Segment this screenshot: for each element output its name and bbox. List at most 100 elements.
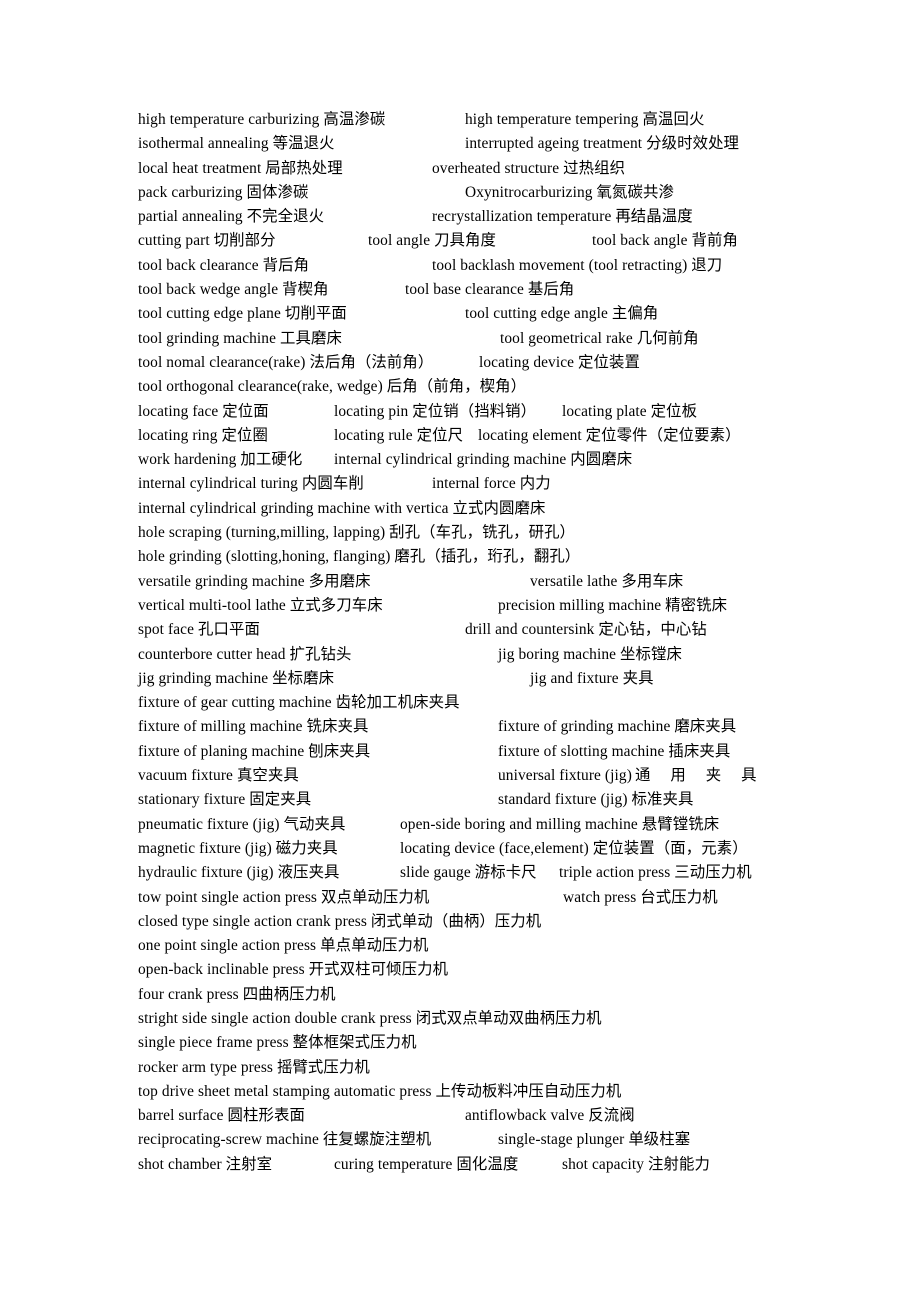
glossary-line: single piece frame press 整体框架式压力机 (138, 1031, 784, 1055)
glossary-term: interrupted ageing treatment 分级时效处理 (465, 135, 740, 153)
glossary-line: isothermal annealing 等温退火 interrupted age… (138, 132, 784, 156)
glossary-term: magnetic fixture (jig) 磁力夹具 (138, 839, 338, 857)
glossary-term: locating rule 定位尺 (334, 426, 464, 444)
glossary-line: fixture of planing machine 刨床夹具 fixture o… (138, 740, 784, 764)
glossary-line: vacuum fixture 真空夹具 universal fixture (ji… (138, 764, 784, 788)
glossary-term: cutting part 切削部分 (138, 232, 276, 250)
glossary-term: tool backlash movement (tool retracting)… (432, 256, 723, 274)
glossary-term: work hardening 加工硬化 (138, 451, 303, 469)
glossary-line: one point single action press 单点单动压力机 (138, 934, 784, 958)
glossary-line: top drive sheet metal stamping automatic… (138, 1080, 784, 1104)
glossary-line: reciprocating-screw machine 往复螺旋注塑机 singl… (138, 1128, 784, 1152)
glossary-line: barrel surface 圆柱形表面 antiflowback valve 反… (138, 1104, 784, 1128)
glossary-line: tool nomal clearance(rake) 法后角（法前角） locat… (138, 351, 784, 375)
glossary-term: internal force 内力 (432, 475, 551, 493)
glossary-term: partial annealing 不完全退火 (138, 208, 325, 226)
glossary-term: locating device (face,element) 定位装置（面，元素… (400, 839, 748, 857)
glossary-term: slide gauge 游标卡尺 (400, 864, 537, 882)
glossary-term: open-back inclinable press 开式双柱可倾压力机 (138, 961, 449, 979)
glossary-term: stationary fixture 固定夹具 (138, 791, 312, 809)
glossary-line: hydraulic fixture (jig) 液压夹具 slide gauge … (138, 861, 784, 885)
glossary-term: overheated structure 过热组织 (432, 159, 626, 177)
glossary-term: spot face 孔口平面 (138, 621, 260, 639)
glossary-line: pneumatic fixture (jig) 气动夹具 open-side bo… (138, 813, 784, 837)
glossary-term: tool base clearance 基后角 (405, 281, 575, 299)
glossary-term: locating plate 定位板 (562, 402, 698, 420)
glossary-term: high temperature carburizing 高温渗碳 (138, 111, 386, 128)
document-page: high temperature carburizing 高温渗碳 high te… (0, 0, 920, 1302)
glossary-term: locating pin 定位销（挡料销） (334, 402, 537, 420)
glossary-line: high temperature carburizing 高温渗碳 high te… (138, 108, 784, 132)
glossary-line: rocker arm type press 摇臂式压力机 (138, 1056, 784, 1080)
glossary-text-body: high temperature carburizing 高温渗碳 high te… (138, 108, 784, 1177)
glossary-line: tool back wedge angle 背楔角 tool base clear… (138, 278, 784, 302)
glossary-term: counterbore cutter head 扩孔钻头 (138, 645, 352, 663)
glossary-term: fixture of slotting machine 插床夹具 (498, 742, 731, 760)
glossary-term: tool grinding machine 工具磨床 (138, 329, 342, 347)
glossary-term: locating ring 定位圈 (138, 426, 268, 444)
glossary-term: pack carburizing 固体渗碳 (138, 183, 309, 201)
glossary-term: fixture of gear cutting machine 齿轮加工机床夹具 (138, 694, 460, 712)
glossary-term: barrel surface 圆柱形表面 (138, 1107, 305, 1125)
glossary-term: locating face 定位面 (138, 402, 269, 420)
glossary-term: shot chamber 注射室 (138, 1155, 273, 1173)
glossary-line: tool grinding machine 工具磨床 tool geometric… (138, 327, 784, 351)
glossary-term: fixture of milling machine 铣床夹具 (138, 718, 369, 736)
glossary-term: vacuum fixture 真空夹具 (138, 767, 299, 785)
glossary-term: reciprocating-screw machine 往复螺旋注塑机 (138, 1131, 432, 1149)
glossary-term: shot capacity 注射能力 (562, 1155, 710, 1173)
glossary-line: magnetic fixture (jig) 磁力夹具 locating devi… (138, 837, 784, 861)
glossary-term: fixture of planing machine 刨床夹具 (138, 742, 371, 760)
glossary-line: hole grinding (slotting,honing, flanging… (138, 545, 784, 569)
glossary-term: universal fixture (jig) (498, 767, 636, 785)
glossary-line: work hardening 加工硬化 internal cylindrical … (138, 448, 784, 472)
glossary-term: drill and countersink 定心钻，中心钻 (465, 621, 707, 639)
glossary-term: tow point single action press 双点单动压力机 (138, 888, 430, 906)
glossary-line: spot face 孔口平面 drill and countersink 定心钻，… (138, 618, 784, 642)
glossary-term: jig grinding machine 坐标磨床 (138, 669, 335, 687)
glossary-line: tool cutting edge plane 切削平面 tool cutting… (138, 302, 784, 326)
glossary-term: rocker arm type press 摇臂式压力机 (138, 1058, 370, 1076)
glossary-term: jig and fixture 夹具 (530, 669, 654, 687)
glossary-line: open-back inclinable press 开式双柱可倾压力机 (138, 958, 784, 982)
glossary-term: isothermal annealing 等温退火 (138, 135, 335, 153)
glossary-term: hydraulic fixture (jig) 液压夹具 (138, 864, 340, 882)
glossary-line: stright side single action double crank … (138, 1007, 784, 1031)
glossary-line: tow point single action press 双点单动压力机 wat… (138, 886, 784, 910)
glossary-line: locating ring 定位圈 locating rule 定位尺 locati… (138, 424, 784, 448)
glossary-line: locating face 定位面 locating pin 定位销（挡料销） lo… (138, 400, 784, 424)
glossary-term: locating device 定位装置 (479, 353, 640, 371)
glossary-term: tool orthogonal clearance(rake, wedge) 后… (138, 378, 527, 396)
glossary-term: vertical multi-tool lathe 立式多刀车床 (138, 596, 383, 614)
glossary-line: cutting part 切削部分 tool angle 刀具角度 tool bac… (138, 229, 784, 253)
glossary-line: partial annealing 不完全退火 recrystallization… (138, 205, 784, 229)
glossary-term: 通用夹具 (635, 767, 777, 785)
glossary-term: locating element 定位零件（定位要素） (478, 426, 741, 444)
glossary-term: tool angle 刀具角度 (368, 232, 497, 250)
glossary-line: tool back clearance 背后角 tool backlash mov… (138, 254, 784, 278)
glossary-line: four crank press 四曲柄压力机 (138, 983, 784, 1007)
glossary-line: hole scraping (turning,milling, lapping)… (138, 521, 784, 545)
glossary-term: internal cylindrical grinding machine wi… (138, 499, 546, 517)
glossary-term: stright side single action double crank … (138, 1009, 602, 1027)
glossary-term: tool nomal clearance(rake) 法后角（法前角） (138, 353, 434, 371)
glossary-term: local heat treatment 局部热处理 (138, 159, 343, 177)
glossary-line: versatile grinding machine 多用磨床 versatile… (138, 570, 784, 594)
glossary-term: versatile lathe 多用车床 (530, 572, 684, 590)
glossary-term: Oxynitrocarburizing 氧氮碳共渗 (465, 183, 674, 201)
glossary-term: pneumatic fixture (jig) 气动夹具 (138, 815, 346, 833)
glossary-term: tool back clearance 背后角 (138, 256, 310, 274)
glossary-term: versatile grinding machine 多用磨床 (138, 572, 371, 590)
glossary-term: watch press 台式压力机 (563, 888, 718, 906)
glossary-term: hole grinding (slotting,honing, flanging… (138, 548, 581, 566)
glossary-term: closed type single action crank press 闭式… (138, 912, 542, 930)
glossary-line: vertical multi-tool lathe 立式多刀车床 precisio… (138, 594, 784, 618)
glossary-line: fixture of milling machine 铣床夹具 fixture o… (138, 715, 784, 739)
glossary-term: tool back angle 背前角 (592, 232, 738, 250)
glossary-line: stationary fixture 固定夹具 standard fixture … (138, 788, 784, 812)
glossary-line: internal cylindrical turing 内圆车削 internal… (138, 472, 784, 496)
glossary-term: tool geometrical rake 几何前角 (500, 329, 699, 347)
glossary-term: jig boring machine 坐标镗床 (498, 645, 682, 663)
glossary-term: single-stage plunger 单级柱塞 (498, 1131, 691, 1149)
glossary-term: antiflowback valve 反流阀 (465, 1107, 635, 1125)
